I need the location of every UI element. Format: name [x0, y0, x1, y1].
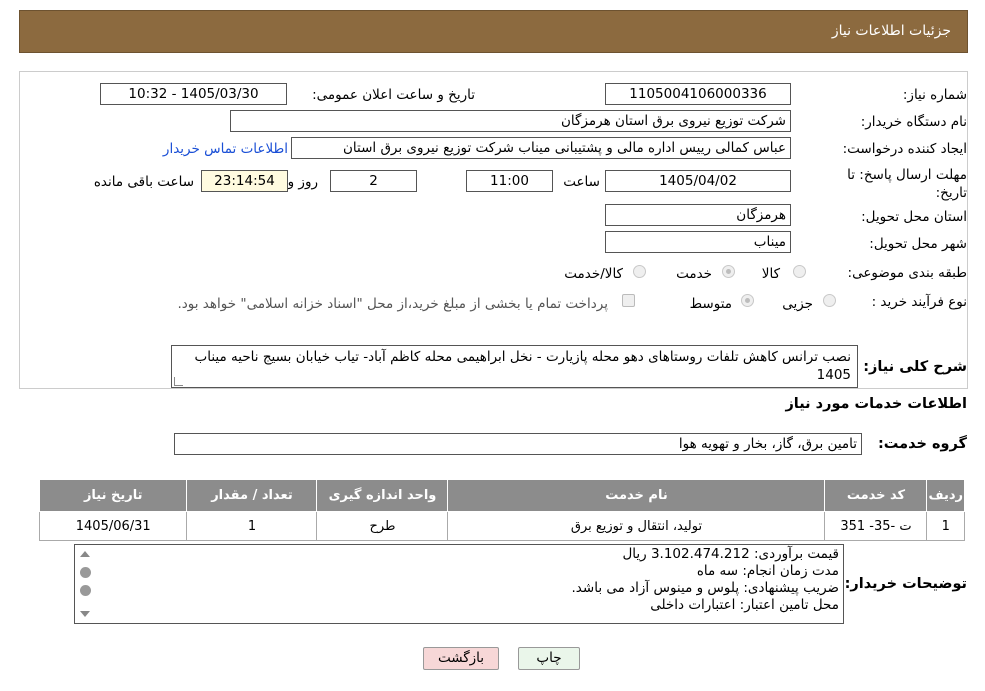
buyer-contact-link[interactable]: اطلاعات تماس خریدار [163, 141, 288, 157]
cell-unit: طرح [316, 511, 449, 541]
notes-line: محل تامین اعتبار: اعتبارات داخلی [650, 597, 839, 613]
summary-value: نصب ترانس کاهش تلفات روستاهای دهو محله پ… [194, 349, 851, 383]
category-goods-label: کالا [761, 266, 780, 282]
city-field: میناب [605, 231, 791, 253]
announce-date-label: تاریخ و ساعت اعلان عمومی: [312, 87, 475, 103]
province-label: استان محل تحویل: [861, 209, 967, 225]
cell-qty: 1 [186, 511, 318, 541]
scroll-down-icon[interactable] [80, 611, 90, 617]
category-goods-radio[interactable] [793, 265, 806, 278]
page-title: جزئیات اطلاعات نیاز [831, 23, 951, 39]
process-minor-label: جزیی [782, 296, 813, 312]
process-medium-label: متوسط [689, 296, 732, 312]
table-header-row: ردیف کد خدمت نام خدمت واحد اندازه گیری ت… [38, 479, 965, 512]
process-minor-radio[interactable] [823, 294, 836, 307]
province-field: هرمزگان [605, 204, 791, 226]
treasury-payment-checkbox[interactable] [622, 294, 635, 307]
page-header: جزئیات اطلاعات نیاز [19, 10, 968, 53]
print-button[interactable]: چاپ [518, 647, 580, 670]
category-label: طبقه بندی موضوعی: [847, 265, 967, 281]
cell-name: تولید، انتقال و توزیع برق [447, 511, 826, 541]
category-service-label: خدمت [676, 266, 712, 282]
buyer-org-label: نام دستگاه خریدار: [860, 114, 967, 130]
buyer-org-field: شرکت توزیع نیروی برق استان هرمزگان [230, 110, 791, 132]
category-service-radio[interactable] [722, 265, 735, 278]
deadline-time-label: ساعت [563, 174, 600, 190]
buyer-notes-content: قیمت برآوردی: 3.102.474.212 ریال مدت زما… [99, 546, 843, 614]
col-code: کد خدمت [824, 479, 928, 512]
service-group-label: گروه خدمت: [877, 436, 967, 452]
deadline-label: مهلت ارسال پاسخ: تا تاریخ: [847, 167, 967, 201]
summary-label: شرح کلی نیاز: [863, 359, 967, 375]
resize-handle-icon[interactable] [174, 377, 183, 386]
scroll-up-icon[interactable] [80, 551, 90, 557]
cell-code: ت -35- 351 [824, 511, 928, 541]
buyer-notes-label: توضیحات خریدار: [844, 576, 967, 592]
days-label: روز و [287, 174, 318, 190]
scroll-thumb-icon[interactable] [80, 585, 91, 596]
need-number-field: 1105004106000336 [605, 83, 791, 105]
creator-label: ایجاد کننده درخواست: [842, 141, 967, 157]
col-row: ردیف [926, 479, 965, 512]
process-label: نوع فرآیند خرید : [871, 294, 967, 310]
deadline-time-field: 11:00 [466, 170, 553, 192]
services-table: ردیف کد خدمت نام خدمت واحد اندازه گیری ت… [38, 479, 965, 541]
notes-line: قیمت برآوردی: 3.102.474.212 ریال [622, 546, 839, 562]
table-row: 1 ت -35- 351 تولید، انتقال و توزیع برق ط… [38, 511, 965, 541]
remaining-time-field: 23:14:54 [201, 170, 288, 192]
service-group-field: تامین برق، گاز، بخار و تهویه هوا [174, 433, 862, 455]
cell-row: 1 [926, 511, 965, 541]
days-field: 2 [330, 170, 417, 192]
back-button[interactable]: بازگشت [423, 647, 499, 670]
buyer-notes-box: قیمت برآوردی: 3.102.474.212 ریال مدت زما… [74, 544, 844, 624]
scroll-thumb-icon[interactable] [80, 567, 91, 578]
col-unit: واحد اندازه گیری [316, 479, 449, 512]
process-medium-radio[interactable] [741, 294, 754, 307]
need-number-label: شماره نیاز: [902, 87, 967, 103]
summary-text: نصب ترانس کاهش تلفات روستاهای دهو محله پ… [171, 345, 858, 388]
services-section-title: اطلاعات خدمات مورد نیاز [785, 396, 967, 412]
col-name: نام خدمت [447, 479, 826, 512]
announce-date-field: 1405/03/30 - 10:32 [100, 83, 287, 105]
col-qty: تعداد / مقدار [186, 479, 318, 512]
col-date: تاریخ نیاز [38, 479, 188, 512]
deadline-date-field: 1405/04/02 [605, 170, 791, 192]
notes-line: ضریب پیشنهادی: پلوس و مینوس آزاد می باشد… [571, 580, 839, 596]
category-goods-service-radio[interactable] [633, 265, 646, 278]
category-goods-service-label: کالا/خدمت [564, 266, 623, 282]
notes-scrollbar[interactable] [75, 545, 97, 623]
city-label: شهر محل تحویل: [869, 236, 967, 252]
treasury-payment-note: پرداخت تمام یا بخشی از مبلغ خرید،از محل … [177, 296, 608, 312]
creator-field: عباس کمالی رییس اداره مالی و پشتیبانی می… [291, 137, 791, 159]
notes-line: مدت زمان انجام: سه ماه [696, 563, 839, 579]
cell-date: 1405/06/31 [38, 511, 188, 541]
remaining-time-label: ساعت باقی مانده [93, 174, 194, 190]
